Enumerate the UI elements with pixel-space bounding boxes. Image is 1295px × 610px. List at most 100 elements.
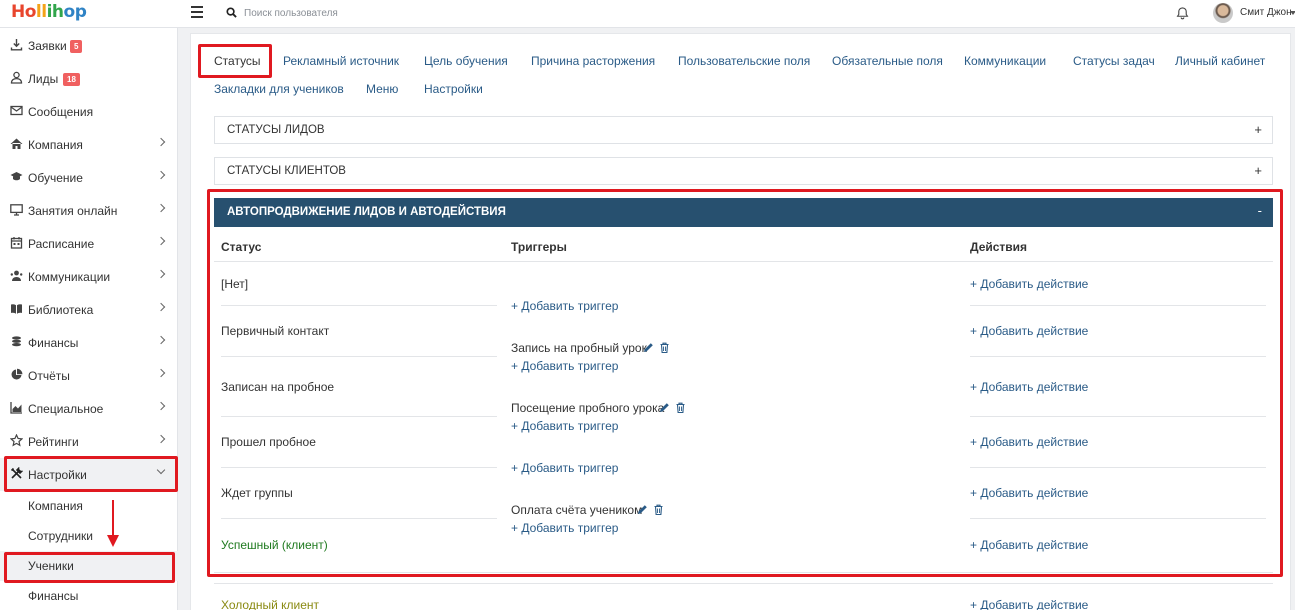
sidebar-item-messages[interactable]: Сообщения: [0, 95, 178, 128]
row-divider: [970, 467, 1266, 468]
sidebar-item-education[interactable]: Обучение: [0, 161, 178, 194]
add-action-link[interactable]: + Добавить действие: [970, 277, 1088, 291]
row-divider: [221, 518, 497, 519]
search-icon: [226, 7, 237, 18]
trash-icon[interactable]: [675, 402, 686, 413]
add-action-link[interactable]: + Добавить действие: [970, 380, 1088, 394]
user-search-input[interactable]: [244, 5, 544, 22]
chevron-right-icon: [156, 137, 166, 147]
tab-required-fields[interactable]: Обязательные поля: [832, 54, 943, 68]
add-action-link[interactable]: + Добавить действие: [970, 486, 1088, 500]
chevron-right-icon: [156, 434, 166, 444]
requests-count-badge: 5: [70, 40, 83, 53]
tab-statuses[interactable]: Статусы: [214, 54, 261, 68]
chevron-right-icon: [156, 236, 166, 246]
sidebar-item-finance[interactable]: Финансы: [0, 326, 178, 359]
app-logo[interactable]: Hollihop: [11, 2, 87, 22]
sidebar-subitem-employees[interactable]: Сотрудники: [0, 521, 178, 551]
edit-pencil-icon[interactable]: [637, 504, 648, 515]
sidebar-item-company[interactable]: Компания: [0, 128, 178, 161]
tab-task-statuses[interactable]: Статусы задач: [1073, 54, 1155, 68]
add-trigger-link[interactable]: + Добавить триггер: [511, 299, 618, 313]
envelope-icon: [10, 105, 23, 116]
tab-communications[interactable]: Коммуникации: [964, 54, 1046, 68]
status-none: [Нет]: [221, 277, 249, 291]
lead-statuses-accordion[interactable]: СТАТУСЫ ЛИДОВ +: [214, 116, 1273, 144]
trash-icon[interactable]: [653, 504, 664, 515]
sidebar-item-leads[interactable]: Лиды 18: [0, 62, 178, 95]
tab-custom-fields[interactable]: Пользовательские поля: [678, 54, 810, 68]
add-trigger-link[interactable]: + Добавить триггер: [511, 461, 618, 475]
home-icon: [10, 138, 23, 149]
arrow-down-icon: [107, 535, 119, 547]
add-action-link[interactable]: + Добавить действие: [970, 324, 1088, 338]
leads-count-badge: 18: [63, 73, 80, 86]
tab-settings[interactable]: Настройки: [424, 82, 483, 96]
sidebar-item-online-classes[interactable]: Занятия онлайн: [0, 194, 178, 227]
chevron-right-icon: [156, 269, 166, 279]
hamburger-menu-icon[interactable]: [191, 6, 203, 18]
chevron-right-icon: [156, 203, 166, 213]
column-header-actions: Действия: [970, 240, 1028, 254]
chevron-right-icon: [156, 170, 166, 180]
trigger-trial-attendance: Посещение пробного урока: [511, 401, 665, 415]
row-divider: [970, 416, 1266, 417]
sidebar-item-communications[interactable]: Коммуникации: [0, 260, 178, 293]
add-action-link[interactable]: + Добавить действие: [970, 435, 1088, 449]
row-divider: [214, 583, 1273, 584]
download-icon: [10, 39, 23, 51]
status-cold-client: Холодный клиент: [221, 598, 320, 610]
column-header-status: Статус: [221, 240, 262, 254]
edit-pencil-icon[interactable]: [659, 402, 670, 413]
trash-icon[interactable]: [659, 342, 670, 353]
add-trigger-link[interactable]: + Добавить триггер: [511, 359, 618, 373]
chevron-right-icon: [156, 368, 166, 378]
pie-chart-icon: [11, 368, 23, 380]
bell-icon[interactable]: [1176, 6, 1189, 20]
add-trigger-link[interactable]: + Добавить триггер: [511, 521, 618, 535]
sidebar-item-reports[interactable]: Отчёты: [0, 359, 178, 392]
auto-promotion-accordion[interactable]: АВТОПРОДВИЖЕНИЕ ЛИДОВ И АВТОДЕЙСТВИЯ -: [214, 198, 1273, 227]
chevron-down-icon[interactable]: [1290, 11, 1295, 15]
tools-icon: [10, 467, 23, 479]
add-trigger-link[interactable]: + Добавить триггер: [511, 419, 618, 433]
status-trial-passed: Прошел пробное: [221, 435, 316, 449]
tab-termination-reason[interactable]: Причина расторжения: [531, 54, 655, 68]
tab-menu[interactable]: Меню: [366, 82, 398, 96]
add-action-link[interactable]: + Добавить действие: [970, 598, 1088, 610]
add-action-link[interactable]: + Добавить действие: [970, 538, 1088, 552]
sidebar-item-schedule[interactable]: Расписание: [0, 227, 178, 260]
table-bottom-divider: [214, 572, 1273, 573]
trigger-invoice-payment: Оплата счёта учеником: [511, 503, 643, 517]
sidebar-item-settings[interactable]: Настройки: [0, 458, 178, 491]
book-icon: [11, 304, 22, 314]
sidebar-item-special[interactable]: Специальное: [0, 392, 178, 425]
sidebar-item-requests[interactable]: Заявки 5: [0, 29, 178, 62]
annotation-arrow: [112, 500, 114, 537]
column-header-triggers: Триггеры: [511, 240, 567, 254]
sidebar-subitem-students[interactable]: Ученики: [0, 551, 178, 581]
chevron-right-icon: [156, 302, 166, 312]
sidebar-item-library[interactable]: Библиотека: [0, 293, 178, 326]
sidebar-subitem-finance[interactable]: Финансы: [0, 581, 178, 610]
edit-pencil-icon[interactable]: [643, 342, 654, 353]
status-waiting-group: Ждет группы: [221, 486, 293, 500]
sidebar-subitem-company[interactable]: Компания: [0, 491, 178, 521]
user-name[interactable]: Смит Джон: [1240, 7, 1292, 18]
trigger-trial-booking: Запись на пробный урок: [511, 341, 647, 355]
client-statuses-accordion[interactable]: СТАТУСЫ КЛИЕНТОВ +: [214, 157, 1273, 185]
coins-icon: [12, 336, 21, 347]
user-avatar[interactable]: [1213, 3, 1233, 23]
header-divider: [214, 261, 1273, 262]
tab-personal-account[interactable]: Личный кабинет: [1175, 54, 1265, 68]
row-divider: [970, 356, 1266, 357]
collapse-icon: -: [1257, 203, 1262, 218]
tab-ad-source[interactable]: Рекламный источник: [283, 54, 399, 68]
user-icon: [10, 71, 23, 84]
communications-icon: [10, 270, 23, 281]
sidebar-item-ratings[interactable]: Рейтинги: [0, 425, 178, 458]
tab-learning-goal[interactable]: Цель обучения: [424, 54, 508, 68]
tab-student-bookmarks[interactable]: Закладки для учеников: [214, 82, 344, 96]
chevron-right-icon: [156, 401, 166, 411]
sidebar: Заявки 5 Лиды 18 Сообщения Компания Обуч…: [0, 28, 178, 610]
